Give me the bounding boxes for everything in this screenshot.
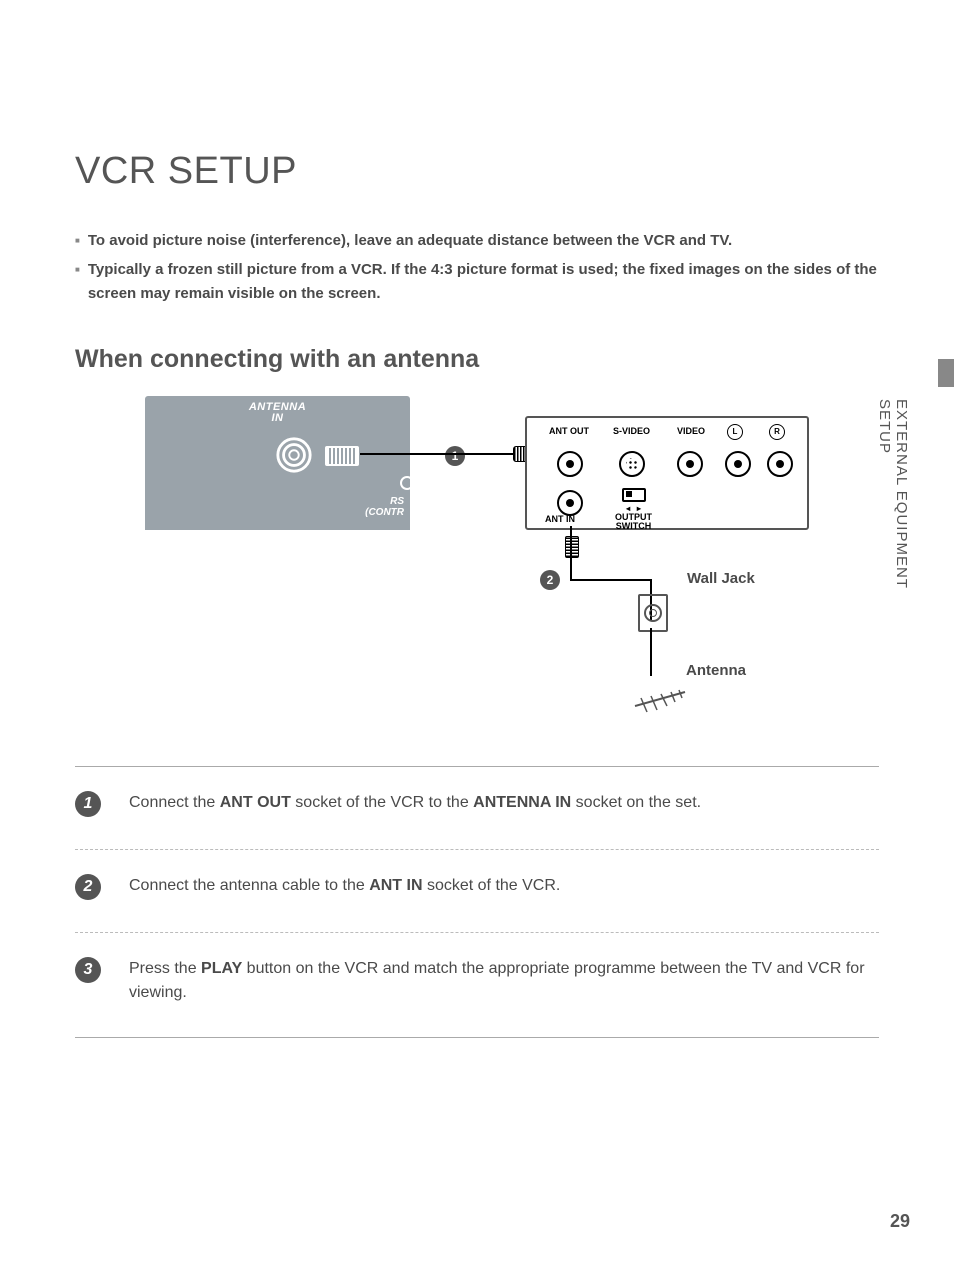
- steps-list: 1 Connect the ANT OUT socket of the VCR …: [75, 766, 879, 1038]
- step-number-badge: 2: [75, 874, 115, 900]
- vcr-output-switch-icon: [622, 488, 646, 502]
- page-number: 29: [890, 1211, 910, 1232]
- tv-antenna-in-label: ANTENNA IN: [249, 402, 306, 424]
- connection-diagram: ANTENNA IN RS (CONTR 1 2 ANT OUT S-VIDEO: [145, 396, 885, 726]
- vcr-audio-l-socket-icon: [725, 451, 751, 477]
- page-title: VCR SETUP: [75, 150, 879, 193]
- antenna-icon: [625, 684, 695, 714]
- tv-rs-control-label: RS (CONTR: [365, 496, 404, 518]
- vcr-video-socket-icon: [677, 451, 703, 477]
- tv-back-panel: ANTENNA IN RS (CONTR: [145, 396, 410, 530]
- antenna-label: Antenna: [686, 662, 746, 679]
- vcr-audio-r-socket-icon: [767, 451, 793, 477]
- diagram-marker-1: 1: [445, 446, 465, 466]
- bullet-marker: ■: [75, 235, 80, 252]
- step-number-badge: 3: [75, 957, 115, 983]
- vcr-ant-out-label: ANT OUT: [549, 426, 589, 436]
- wall-jack-icon: [638, 594, 668, 632]
- vcr-s-video-label: S-VIDEO: [613, 426, 650, 436]
- intro-bullet: ■ To avoid picture noise (interference),…: [75, 229, 879, 252]
- divider: [75, 766, 879, 767]
- step-row: 3 Press the PLAY button on the VCR and m…: [75, 943, 879, 1027]
- vcr-ant-in-socket-icon: [557, 490, 583, 516]
- cable-plug-vcr-in-icon: [565, 536, 579, 558]
- side-tab-marker: [938, 359, 954, 387]
- intro-bullet: ■ Typically a frozen still picture from …: [75, 258, 879, 305]
- section-subheading: When connecting with an antenna: [75, 345, 879, 374]
- intro-bullet-text: To avoid picture noise (interference), l…: [88, 229, 879, 252]
- intro-bullet-list: ■ To avoid picture noise (interference),…: [75, 229, 879, 305]
- diagram-marker-2: 2: [540, 570, 560, 590]
- vcr-back-panel: ANT OUT S-VIDEO VIDEO ANT IN L R ◂ ▸ OUT…: [525, 416, 809, 530]
- divider: [75, 849, 879, 850]
- side-chapter-label: EXTERNAL EQUIPMENT SETUP: [890, 399, 910, 639]
- vcr-ant-out-socket-icon: [557, 451, 583, 477]
- divider: [75, 1037, 879, 1038]
- vcr-video-label: VIDEO: [677, 426, 705, 436]
- vcr-audio-l-label: L: [727, 424, 743, 440]
- vcr-audio-r-label: R: [769, 424, 785, 440]
- step-text: Connect the antenna cable to the ANT IN …: [129, 874, 879, 900]
- vcr-output-switch-label: ◂ ▸ OUTPUT SWITCH: [615, 504, 652, 531]
- cable-to-antenna: [650, 628, 652, 676]
- wall-jack-label: Wall Jack: [687, 570, 755, 587]
- step-text: Press the PLAY button on the VCR and mat…: [129, 957, 879, 1005]
- step-row: 1 Connect the ANT OUT socket of the VCR …: [75, 777, 879, 839]
- divider: [75, 932, 879, 933]
- vcr-s-video-socket-icon: [619, 451, 645, 477]
- panel-dot-icon: [400, 476, 410, 490]
- tv-antenna-in-socket-icon: [275, 436, 313, 474]
- cable-plug-tv-icon: [325, 446, 359, 466]
- cable-vcr-right: [570, 579, 650, 581]
- bullet-marker: ■: [75, 264, 80, 305]
- step-number-badge: 1: [75, 791, 115, 817]
- step-text: Connect the ANT OUT socket of the VCR to…: [129, 791, 879, 817]
- step-row: 2 Connect the antenna cable to the ANT I…: [75, 860, 879, 922]
- cable-vcr-down: [570, 526, 572, 581]
- intro-bullet-text: Typically a frozen still picture from a …: [88, 258, 879, 305]
